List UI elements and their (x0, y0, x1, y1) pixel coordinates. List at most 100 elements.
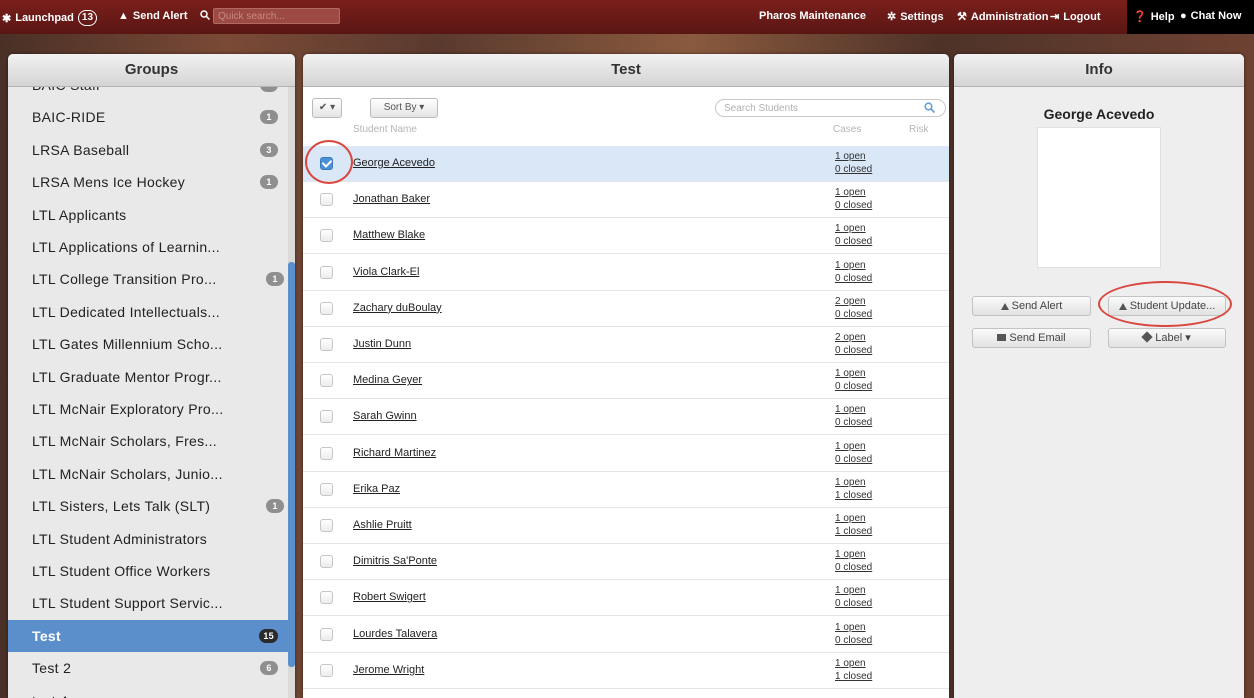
open-cases-link[interactable]: 1 open (835, 549, 866, 560)
group-item[interactable]: LTL Sisters, Lets Talk (SLT) 1 (8, 490, 288, 522)
closed-cases-link[interactable]: 1 closed (835, 526, 872, 537)
student-row[interactable]: Justin Dunn 2 open 0 closed (303, 327, 949, 363)
open-cases-link[interactable]: 1 open (835, 368, 866, 379)
quick-search-input[interactable] (213, 8, 340, 24)
student-update-button[interactable]: Student Update... (1108, 296, 1226, 316)
open-cases-link[interactable]: 1 open (835, 151, 866, 162)
student-name-column-header[interactable]: Student Name (353, 124, 417, 135)
send-alert-link[interactable]: ▲ Send Alert (118, 10, 188, 22)
student-name-link[interactable]: Ashlie Pruitt (353, 519, 412, 531)
student-row[interactable]: Robert Swigert 1 open 0 closed (303, 580, 949, 617)
pharos-maintenance-link[interactable]: Pharos Maintenance (759, 10, 866, 22)
student-checkbox[interactable] (320, 193, 333, 207)
groups-scrollbar[interactable] (288, 87, 295, 698)
send-alert-button[interactable]: Send Alert (972, 296, 1091, 316)
group-item[interactable]: Test 15 (8, 619, 288, 652)
student-checkbox[interactable] (320, 446, 333, 460)
student-row[interactable]: Jonathan Baker 1 open 0 closed (303, 182, 949, 219)
student-checkbox[interactable] (320, 374, 333, 388)
group-item[interactable]: LTL Gates Millennium Scho... (8, 328, 288, 360)
student-row[interactable]: Richard Martinez 1 open 0 closed (303, 435, 949, 472)
closed-cases-link[interactable]: 0 closed (835, 345, 872, 356)
logout-link[interactable]: ⇥ Logout (1050, 10, 1100, 24)
student-name-link[interactable]: Richard Martinez (353, 447, 436, 459)
group-item[interactable]: LTL Student Office Workers (8, 555, 288, 587)
open-cases-link[interactable]: 2 open (835, 296, 866, 307)
student-name-link[interactable]: Justin Dunn (353, 338, 411, 350)
student-name-link[interactable]: Sarah Gwinn (353, 410, 417, 422)
help-link[interactable]: ❓ Help (1133, 10, 1175, 24)
group-item[interactable]: LTL College Transition Pro... 1 (8, 263, 288, 295)
student-row[interactable]: Sarah Gwinn 1 open 0 closed (303, 399, 949, 436)
group-item[interactable]: LTL McNair Exploratory Pro... (8, 393, 288, 425)
open-cases-link[interactable]: 1 open (835, 477, 866, 488)
settings-link[interactable]: ✲ Settings (887, 10, 944, 24)
student-row[interactable]: Viola Clark-El 1 open 0 closed (303, 254, 949, 291)
student-row[interactable]: Ashlie Pruitt 1 open 1 closed (303, 508, 949, 544)
group-item[interactable]: BAIC Staff (8, 87, 288, 101)
closed-cases-link[interactable]: 1 closed (835, 671, 872, 682)
launchpad-link[interactable]: ✱ Launchpad 13 (2, 10, 98, 26)
risk-column-header[interactable]: Risk (909, 124, 928, 135)
group-item[interactable]: LTL Student Administrators (8, 523, 288, 555)
group-item[interactable]: LTL Student Support Servic... (8, 587, 288, 619)
open-cases-link[interactable]: 1 open (835, 187, 866, 198)
student-checkbox[interactable] (320, 555, 333, 569)
student-row[interactable]: Zachary duBoulay 2 open 0 closed (303, 290, 949, 327)
student-name-link[interactable]: Robert Swigert (353, 591, 426, 603)
cases-column-header[interactable]: Cases (833, 124, 861, 135)
student-checkbox[interactable] (320, 338, 333, 351)
student-row[interactable]: Erika Paz 1 open 1 closed (303, 471, 949, 508)
groups-scrollbar-thumb[interactable] (288, 262, 295, 667)
open-cases-link[interactable]: 1 open (835, 658, 866, 669)
student-name-link[interactable]: Jonathan Baker (353, 193, 430, 205)
group-item[interactable]: LRSA Baseball 3 (8, 134, 288, 166)
student-row[interactable]: Dimitris Sa'Ponte 1 open 0 closed (303, 544, 949, 581)
closed-cases-link[interactable]: 0 closed (835, 200, 872, 211)
closed-cases-link[interactable]: 0 closed (835, 417, 872, 428)
student-row[interactable]: Medina Geyer 1 open 0 closed (303, 363, 949, 400)
closed-cases-link[interactable]: 0 closed (835, 164, 872, 175)
group-item[interactable]: LTL McNair Scholars, Fres... (8, 425, 288, 457)
student-name-link[interactable]: Matthew Blake (353, 229, 425, 241)
closed-cases-link[interactable]: 0 closed (835, 635, 872, 646)
label-button[interactable]: Label ▾ (1108, 328, 1226, 348)
closed-cases-link[interactable]: 0 closed (835, 236, 872, 247)
student-checkbox[interactable] (320, 265, 333, 279)
closed-cases-link[interactable]: 0 closed (835, 309, 872, 320)
open-cases-link[interactable]: 1 open (835, 404, 866, 415)
group-item[interactable]: BAIC-RIDE 1 (8, 101, 288, 133)
group-item[interactable]: LRSA Mens Ice Hockey 1 (8, 166, 288, 198)
student-checkbox[interactable] (320, 482, 333, 496)
student-checkbox[interactable] (320, 627, 333, 641)
student-checkbox[interactable] (320, 519, 333, 532)
open-cases-link[interactable]: 1 open (835, 441, 866, 452)
group-item[interactable]: LTL McNair Scholars, Junio... (8, 458, 288, 490)
open-cases-link[interactable]: 1 open (835, 585, 866, 596)
student-name-link[interactable]: Viola Clark-El (353, 266, 419, 278)
student-name-link[interactable]: Dimitris Sa'Ponte (353, 555, 437, 567)
open-cases-link[interactable]: 1 open (835, 223, 866, 234)
closed-cases-link[interactable]: 0 closed (835, 562, 872, 573)
open-cases-link[interactable]: 2 open (835, 332, 866, 343)
chat-now-link[interactable]: ● Chat Now (1180, 10, 1241, 22)
student-row[interactable]: Matthew Blake 1 open 0 closed (303, 218, 949, 255)
group-item[interactable]: LTL Dedicated Intellectuals... (8, 296, 288, 328)
closed-cases-link[interactable]: 0 closed (835, 454, 872, 465)
sort-by-button[interactable]: Sort By ▾ (370, 98, 438, 118)
send-email-button[interactable]: Send Email (972, 328, 1091, 348)
open-cases-link[interactable]: 1 open (835, 260, 866, 271)
group-item[interactable]: LTL Applications of Learnin... (8, 231, 288, 263)
student-name-link[interactable]: Jerome Wright (353, 664, 424, 676)
closed-cases-link[interactable]: 1 closed (835, 490, 872, 501)
select-menu-button[interactable]: ✔ ▾ (312, 98, 342, 118)
student-search-input[interactable] (715, 99, 946, 117)
group-item[interactable]: LTL Graduate Mentor Progr... (8, 361, 288, 393)
student-checkbox[interactable] (320, 663, 333, 677)
student-name-link[interactable]: Medina Geyer (353, 374, 422, 386)
group-item[interactable]: Test 2 6 (8, 652, 288, 684)
group-item[interactable]: LTL Applicants (8, 199, 288, 231)
student-checkbox[interactable] (320, 229, 333, 243)
student-row[interactable]: Lourdes Talavera 1 open 0 closed (303, 616, 949, 653)
student-checkbox[interactable] (320, 301, 333, 315)
